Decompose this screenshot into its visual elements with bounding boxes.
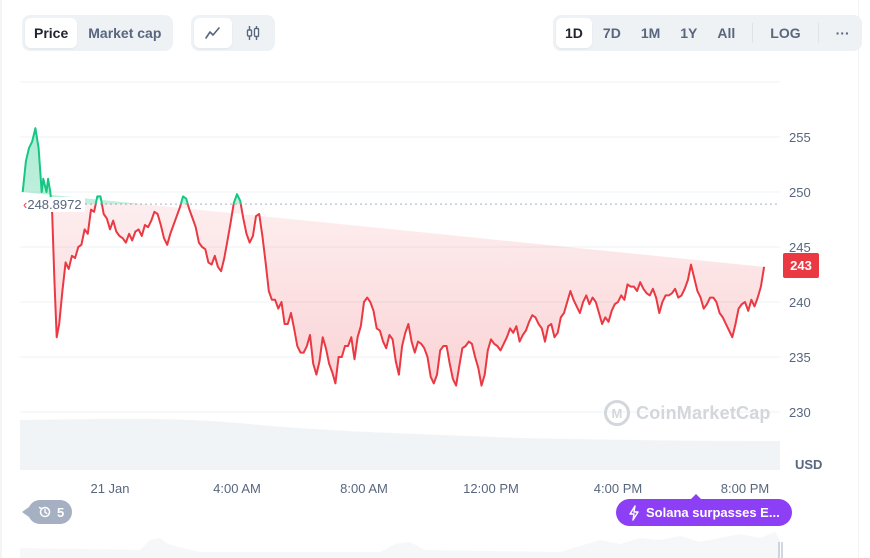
news-headline: Solana surpasses E...: [646, 505, 780, 520]
lightning-icon: [629, 504, 639, 521]
y-tick-label: 235: [789, 350, 811, 365]
price-chart[interactable]: 255250245240235230 21 Jan 4:00 AM 8:00 AM 1…: [0, 0, 870, 558]
volume-area: [20, 418, 780, 470]
y-tick-label: 230: [789, 405, 811, 420]
coinmarketcap-watermark: M CoinMarketCap: [604, 400, 771, 426]
reference-price-value: 248.8972: [27, 197, 82, 212]
y-tick-label: 240: [789, 295, 811, 310]
x-tick-label: 4:00 PM: [594, 481, 642, 496]
x-tick-label: 8:00 AM: [340, 481, 388, 496]
x-tick-label: 8:00 PM: [721, 481, 769, 496]
history-icon: [38, 506, 51, 518]
x-tick-label: 21 Jan: [90, 481, 129, 496]
x-tick-label: 12:00 PM: [463, 481, 519, 496]
history-badge[interactable]: 5: [21, 500, 73, 524]
history-count: 5: [57, 504, 65, 520]
coinmarketcap-logo-icon: M: [604, 400, 630, 426]
x-axis: 21 Jan 4:00 AM 8:00 AM 12:00 PM 4:00 PM 8:00 …: [90, 481, 769, 496]
navigator-area: [20, 532, 780, 558]
y-tick-label: 255: [789, 130, 811, 145]
currency-label: USD: [795, 457, 823, 472]
news-badge[interactable]: Solana surpasses E...: [616, 494, 792, 526]
current-price-tag: 243: [783, 253, 819, 278]
x-tick-label: 4:00 AM: [213, 481, 261, 496]
reference-price-label: ‹248.8972: [20, 197, 85, 212]
y-tick-label: 250: [789, 185, 811, 200]
watermark-text: CoinMarketCap: [636, 402, 771, 423]
